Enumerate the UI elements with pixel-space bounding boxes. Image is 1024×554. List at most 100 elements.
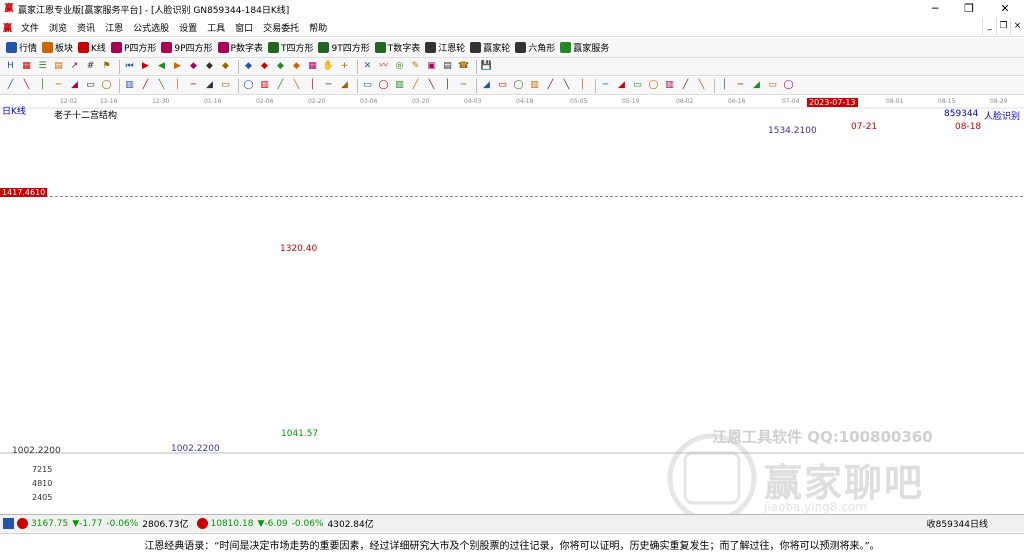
bar2-icon[interactable]: ▭ (361, 79, 374, 92)
menu-formula[interactable]: 公式选股 (128, 21, 174, 34)
next-icon[interactable]: ▶ (171, 60, 184, 73)
line2-icon[interactable]: │ (36, 79, 49, 92)
rect8-icon[interactable]: │ (306, 79, 319, 92)
line7-icon[interactable]: ▥ (123, 79, 136, 92)
link-icon[interactable]: ◯ (782, 79, 795, 92)
list-icon[interactable]: ☰ (36, 60, 49, 73)
box2-icon[interactable]: ◯ (647, 79, 660, 92)
rect2-icon[interactable]: ◢ (203, 79, 216, 92)
flag-icon[interactable]: ⚑ (100, 60, 113, 73)
toolbar-item-2[interactable]: K线 (78, 41, 106, 54)
angle2-icon[interactable]: │ (576, 79, 589, 92)
wave-icon[interactable]: 〰 (377, 60, 390, 73)
gann-icon[interactable]: ╱ (544, 79, 557, 92)
index-grid-icon[interactable] (3, 518, 14, 529)
line8-icon[interactable]: ╱ (139, 79, 152, 92)
bar3-icon[interactable]: ◯ (377, 79, 390, 92)
grid2-icon[interactable]: ▦ (20, 60, 33, 73)
minimize-button[interactable]: ─ (918, 0, 952, 18)
phone-icon[interactable]: ☎ (457, 60, 470, 73)
rect4-icon[interactable]: ◯ (242, 79, 255, 92)
toolbar-item-11[interactable]: 六角形 (515, 41, 555, 54)
box8-icon[interactable]: ◢ (750, 79, 763, 92)
memo-icon[interactable]: ✎ (409, 60, 422, 73)
rect3-icon[interactable]: ▭ (219, 79, 232, 92)
line4-icon[interactable]: ◢ (68, 79, 81, 92)
number-icon[interactable]: # (84, 60, 97, 73)
grid3-icon[interactable]: ▦ (306, 60, 319, 73)
line3-icon[interactable]: ─ (52, 79, 65, 92)
menu-file[interactable]: 文件 (16, 21, 44, 34)
toolbar-item-4[interactable]: 9P四方形 (161, 41, 213, 54)
box7-icon[interactable]: ─ (734, 79, 747, 92)
diamond5-icon[interactable]: ◆ (258, 60, 271, 73)
pencil-icon[interactable]: ╱ (4, 79, 17, 92)
mdi-minimize-button[interactable]: _ (982, 18, 996, 35)
prev-icon[interactable]: ◀ (155, 60, 168, 73)
first-icon[interactable]: ⏮ (123, 60, 136, 73)
toolbar-item-6[interactable]: T四方形 (267, 41, 313, 54)
line5-icon[interactable]: ▭ (84, 79, 97, 92)
menu-trade[interactable]: 交易委托 (258, 21, 304, 34)
box6-icon[interactable]: │ (718, 79, 731, 92)
diamond2-icon[interactable]: ◆ (203, 60, 216, 73)
diamond1-icon[interactable]: ◆ (187, 60, 200, 73)
target-icon[interactable]: ◎ (393, 60, 406, 73)
calc-icon[interactable]: ▣ (425, 60, 438, 73)
toolbar-item-7[interactable]: 9T四方形 (318, 41, 370, 54)
menu-info[interactable]: 资讯 (72, 21, 100, 34)
diamond7-icon[interactable]: ◆ (290, 60, 303, 73)
rect6-icon[interactable]: ╱ (274, 79, 287, 92)
menu-settings[interactable]: 设置 (174, 21, 202, 34)
toolbar-item-5[interactable]: P数字表 (217, 41, 263, 54)
box4-icon[interactable]: ╱ (679, 79, 692, 92)
ellipse-icon[interactable]: │ (171, 79, 184, 92)
color-icon[interactable]: ▭ (766, 79, 779, 92)
close-button[interactable]: ✕ (986, 0, 1024, 18)
angle4-icon[interactable]: ◢ (615, 79, 628, 92)
toolbar-item-8[interactable]: T数字表 (374, 41, 420, 54)
diamond6-icon[interactable]: ◆ (274, 60, 287, 73)
bar4-icon[interactable]: ▥ (393, 79, 406, 92)
book-icon[interactable]: ▤ (441, 60, 454, 73)
toolbar-item-10[interactable]: 赢家轮 (470, 41, 510, 54)
menu-help[interactable]: 帮助 (304, 21, 332, 34)
toolbar-item-12[interactable]: 赢家服务 (560, 41, 609, 54)
angle1-icon[interactable]: ╲ (560, 79, 573, 92)
bar6-icon[interactable]: ╲ (425, 79, 438, 92)
box5-icon[interactable]: ╲ (695, 79, 708, 92)
fan-icon[interactable]: ◯ (512, 79, 525, 92)
cross-icon[interactable]: ✕ (361, 60, 374, 73)
fib-icon[interactable]: ▥ (528, 79, 541, 92)
rect1-icon[interactable]: ─ (187, 79, 200, 92)
menu-tools[interactable]: 工具 (202, 21, 230, 34)
bar1-icon[interactable]: ◢ (338, 79, 351, 92)
toolbar-item-3[interactable]: P四方形 (110, 41, 156, 54)
angle3-icon[interactable]: ─ (599, 79, 612, 92)
bar7-icon[interactable]: │ (441, 79, 454, 92)
rect9-icon[interactable]: ─ (322, 79, 335, 92)
bar5-icon[interactable]: ╱ (409, 79, 422, 92)
mdi-close-button[interactable]: × (1010, 18, 1024, 35)
box3-icon[interactable]: ▥ (663, 79, 676, 92)
scale-icon[interactable]: ─ (457, 79, 470, 92)
slash-icon[interactable]: ◢ (480, 79, 493, 92)
hand-icon[interactable]: ✋ (322, 60, 335, 73)
mdi-restore-button[interactable]: ❐ (996, 18, 1010, 35)
plus-icon[interactable]: + (338, 60, 351, 73)
h-icon[interactable]: H (4, 60, 17, 73)
menu-window[interactable]: 窗口 (230, 21, 258, 34)
circle-icon[interactable]: ╲ (155, 79, 168, 92)
toolbar-item-1[interactable]: 板块 (42, 41, 73, 54)
rect7-icon[interactable]: ╲ (290, 79, 303, 92)
toolbar-item-0[interactable]: 行情 (6, 41, 37, 54)
arrow-icon[interactable]: ↗ (68, 60, 81, 73)
box1-icon[interactable]: ▭ (631, 79, 644, 92)
save-icon[interactable]: 💾 (480, 60, 493, 73)
diamond4-icon[interactable]: ◆ (242, 60, 255, 73)
line1-icon[interactable]: ╲ (20, 79, 33, 92)
diamond3-icon[interactable]: ◆ (219, 60, 232, 73)
restore-button[interactable]: ❐ (952, 0, 986, 18)
menu-gann[interactable]: 江恩 (100, 21, 128, 34)
toolbar-item-9[interactable]: 江恩轮 (425, 41, 465, 54)
